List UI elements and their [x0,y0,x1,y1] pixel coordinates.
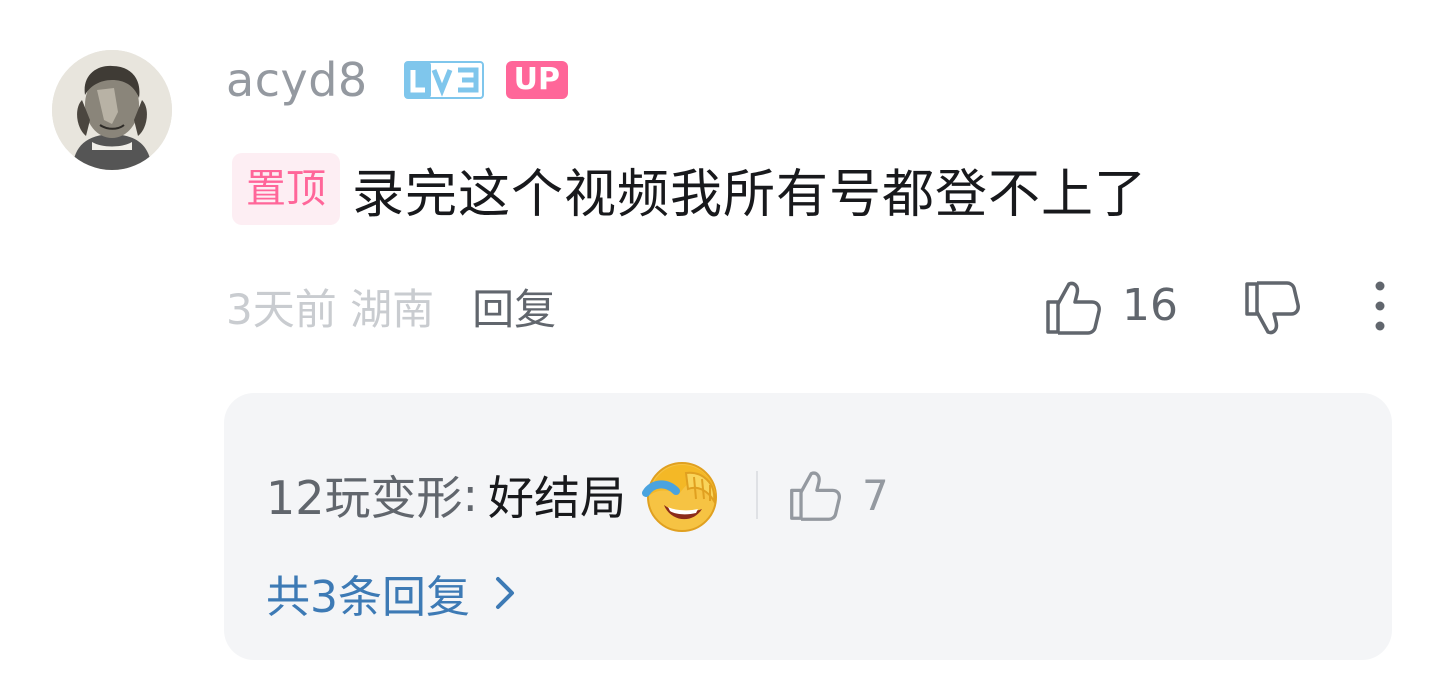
reply-preview-item: 12玩变形 : 好结局 7 [266,457,889,533]
up-badge: UP [505,61,569,99]
reply-thumbs-up-icon[interactable] [788,468,842,522]
reply-text: 好结局 [488,471,627,525]
comment-meta: 3天前 湖南 回复 [226,276,556,336]
avatar-image [52,50,172,170]
more-options-icon[interactable] [1366,278,1394,334]
reply-colon: : [462,468,479,522]
pinned-tag: 置顶 [232,153,340,225]
thumbs-up-icon[interactable] [1044,278,1102,336]
thumbs-down-icon[interactable] [1243,280,1301,338]
reply-author[interactable]: 12玩变形 [266,462,463,528]
comment-text: 录完这个视频我所有号都登不上了 [352,164,1148,225]
reply-like-count: 7 [862,470,889,520]
comment-content-row: 置顶 录完这个视频我所有号都登不上了 [232,153,1147,225]
user-row: acyd8 UP [226,50,569,110]
chevron-right-icon [496,577,514,609]
reply-preview-box[interactable]: 12玩变形 : 好结局 7 共3条回复 [224,393,1392,660]
comment-item: acyd8 UP 置顶 录完这个视频我所有号都登不上了 3天前 湖南 回复 16 [0,0,1440,693]
like-count: 16 [1122,280,1178,331]
more-replies-label: 共3条回复 [266,572,470,623]
reply-divider [756,471,759,519]
reply-button[interactable]: 回复 [472,276,556,337]
view-all-replies-link[interactable]: 共3条回复 [266,563,516,623]
comment-time-location: 3天前 湖南 [226,284,435,334]
username[interactable]: acyd8 [226,53,368,107]
avatar[interactable] [52,50,172,170]
level-badge-icon [403,61,484,99]
laughing-crying-emoji-icon [642,462,718,532]
